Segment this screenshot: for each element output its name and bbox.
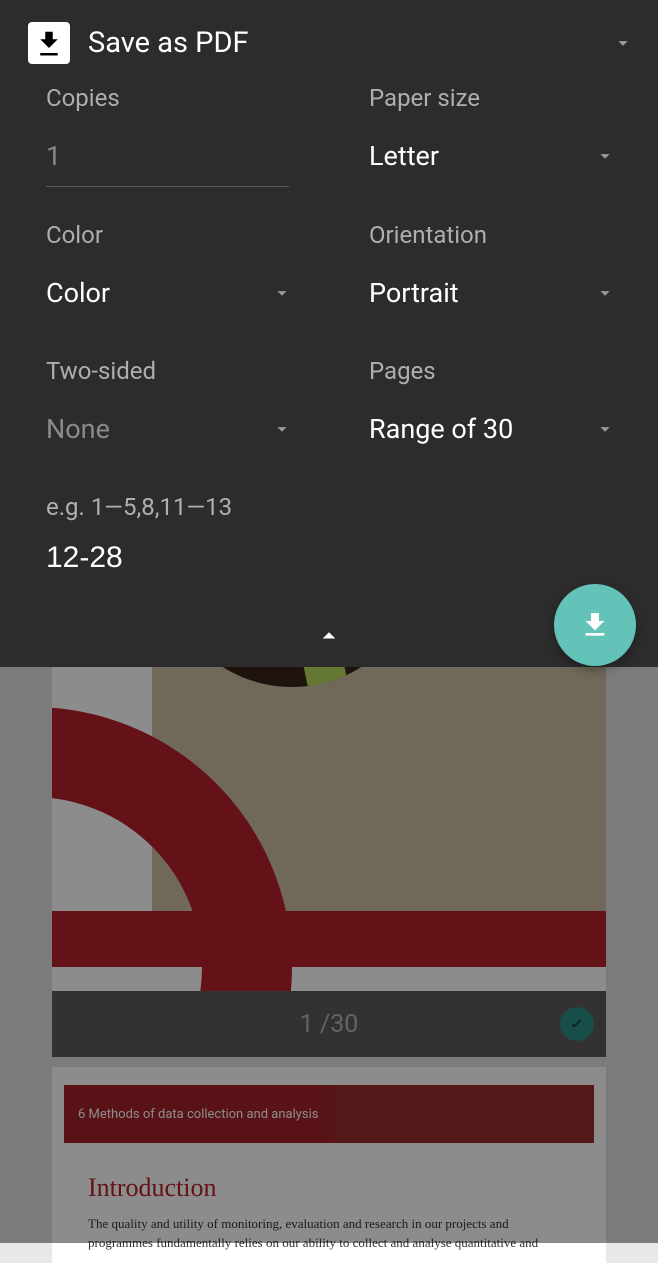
color-label: Color [46,221,289,249]
pages-select[interactable]: Range of 30 [369,413,612,459]
page-selected-check-icon[interactable] [560,1007,594,1041]
paper-size-value: Letter [369,140,439,172]
two-sided-label: Two-sided [46,357,289,385]
chevron-down-icon [271,418,293,440]
pages-value: Range of 30 [369,413,513,445]
two-sided-setting: Two-sided None [46,357,289,459]
settings-grid: Copies 1 Paper size Letter Color Color O… [0,84,658,611]
dropdown-icon [612,32,634,54]
copies-label: Copies [46,84,289,112]
page-range-input[interactable] [46,541,289,587]
color-setting: Color Color [46,221,289,323]
two-sided-select[interactable]: None [46,413,289,459]
color-select[interactable]: Color [46,277,289,323]
page-range-hint: e.g. 1—5,8,11—13 [46,493,289,521]
page-range-setting: e.g. 1—5,8,11—13 [46,493,289,587]
page-counter-text: 1 /30 [300,1010,359,1039]
page2-body-text: The quality and utility of monitoring, e… [88,1215,570,1253]
orientation-select[interactable]: Portrait [369,277,612,323]
color-value: Color [46,277,110,309]
pages-setting: Pages Range of 30 [369,357,612,459]
chevron-down-icon [594,282,616,304]
paper-size-select[interactable]: Letter [369,140,612,186]
page2-banner: 6 Methods of data collection and analysi… [64,1085,594,1143]
orientation-setting: Orientation Portrait [369,221,612,323]
chevron-down-icon [594,418,616,440]
printer-name: Save as PDF [88,26,594,60]
paper-size-label: Paper size [369,84,612,112]
save-pdf-fab[interactable] [554,584,636,666]
orientation-value: Portrait [369,277,459,309]
chevron-up-icon [314,621,344,651]
pdf-download-icon [579,609,611,641]
pdf-icon [28,22,70,64]
preview-page-1[interactable] [52,667,606,991]
print-preview-area: 1 /30 6 Methods of data collection and a… [0,667,658,1243]
preview-page-2[interactable]: 6 Methods of data collection and analysi… [52,1067,606,1263]
pages-label: Pages [369,357,612,385]
chevron-down-icon [594,145,616,167]
copies-input-row[interactable]: 1 [46,140,289,187]
page2-heading: Introduction [88,1173,570,1203]
copies-value: 1 [46,140,61,172]
orientation-label: Orientation [369,221,612,249]
copies-setting: Copies 1 [46,84,289,187]
printer-selector-row[interactable]: Save as PDF [0,0,658,84]
two-sided-value: None [46,413,110,445]
chevron-down-icon [271,282,293,304]
page-counter-bar: 1 /30 [52,991,606,1057]
paper-size-setting: Paper size Letter [369,84,612,187]
print-settings-panel: Save as PDF Copies 1 Paper size Letter C… [0,0,658,667]
